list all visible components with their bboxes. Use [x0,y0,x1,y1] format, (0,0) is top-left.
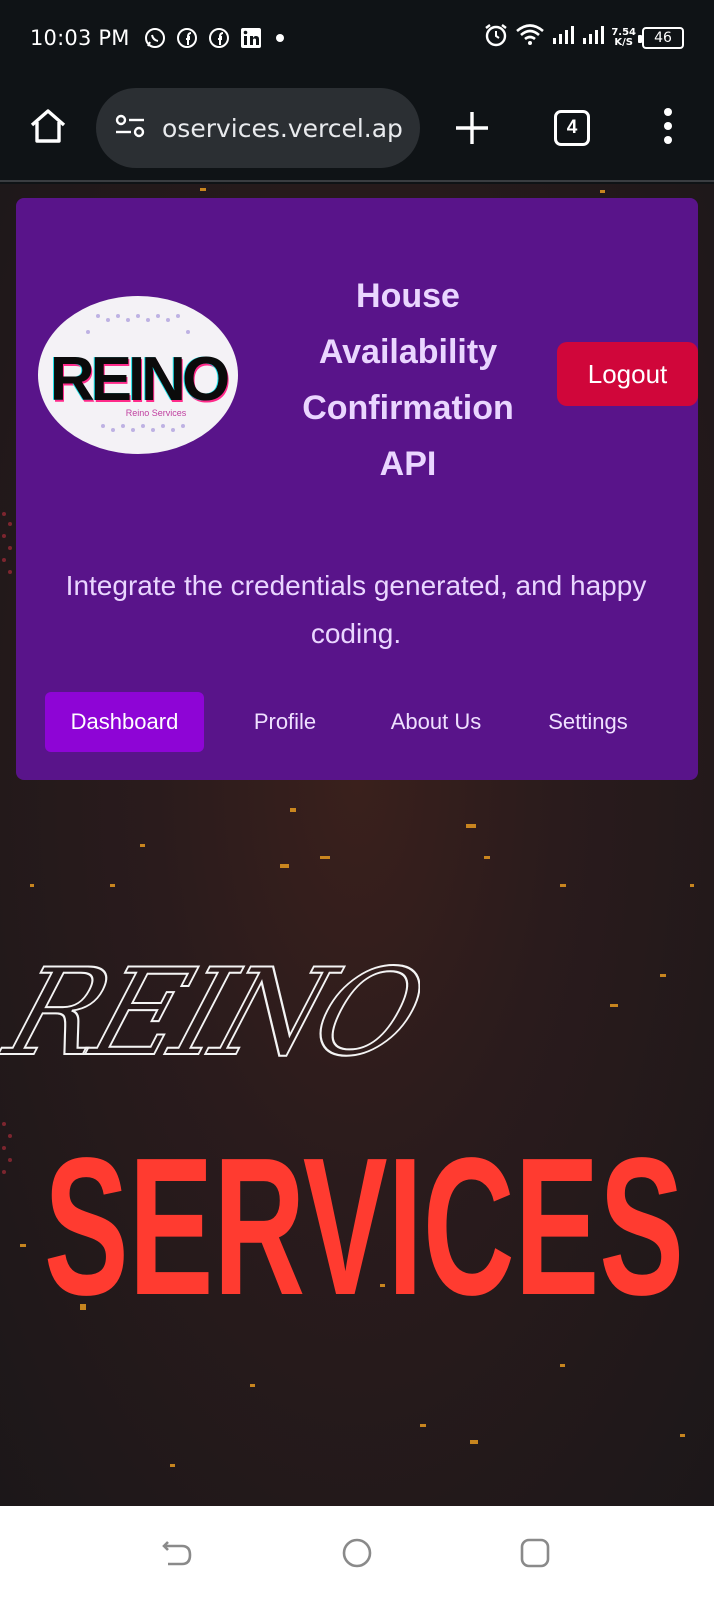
home-icon[interactable] [28,106,68,146]
signal-icon-1 [551,24,575,52]
system-indicators: 7.54 K/S 46 [483,22,684,54]
url-text[interactable]: oservices.vercel.app [162,114,402,143]
url-bar[interactable]: oservices.vercel.app [96,88,420,168]
tagline: Integrate the credentials generated, and… [65,570,647,649]
main-nav: Dashboard Profile About Us Settings [16,692,698,752]
facebook-icon [208,27,230,49]
status-bar: 10:03 PM 7.54 K/S 46 [0,0,714,76]
more-notifications-dot [275,34,284,42]
reino-logo: REINO REINO REINO Reino Services [38,296,238,454]
linkedin-icon [240,27,262,49]
alarm-icon [483,22,509,54]
whatsapp-icon [144,27,166,49]
status-time: 10:03 PM [30,26,130,50]
network-speed: 7.54 K/S [611,27,636,48]
wifi-icon [515,23,545,53]
more-menu-icon[interactable] [660,106,676,146]
web-page: REINO REINO REINO Reino Services House A… [0,184,714,1506]
signal-icon-2 [581,24,605,52]
page-title: House Availability Confirmation API [302,277,514,483]
new-tab-icon[interactable] [452,108,492,148]
facebook-icon [176,27,198,49]
nav-item-settings[interactable]: Settings [528,692,648,752]
nav-item-dashboard[interactable]: Dashboard [45,692,204,752]
browser-toolbar: oservices.vercel.app 4 [0,76,714,182]
reino-script-logo: REINO [0,944,420,1084]
nav-item-profile[interactable]: Profile [230,692,340,752]
tab-switcher-button[interactable]: 4 [554,110,590,146]
home-nav-icon[interactable] [340,1536,374,1570]
notification-icons [144,27,284,49]
nav-item-about-us[interactable]: About Us [372,692,500,752]
svg-text:Reino Services: Reino Services [126,408,187,418]
svg-text:REINO: REINO [0,944,420,1083]
services-headline: SERVICES [44,1117,684,1324]
svg-text:SERVICES: SERVICES [44,1117,684,1324]
recents-icon[interactable] [518,1536,552,1570]
battery-indicator: 46 [638,27,684,49]
svg-text:REINO: REINO [50,345,228,414]
back-icon[interactable] [160,1536,194,1570]
header-card: REINO REINO REINO Reino Services House A… [16,198,698,780]
site-settings-icon[interactable] [114,113,146,144]
system-navigation-bar [0,1506,714,1599]
logout-button[interactable]: Logout [557,342,698,406]
